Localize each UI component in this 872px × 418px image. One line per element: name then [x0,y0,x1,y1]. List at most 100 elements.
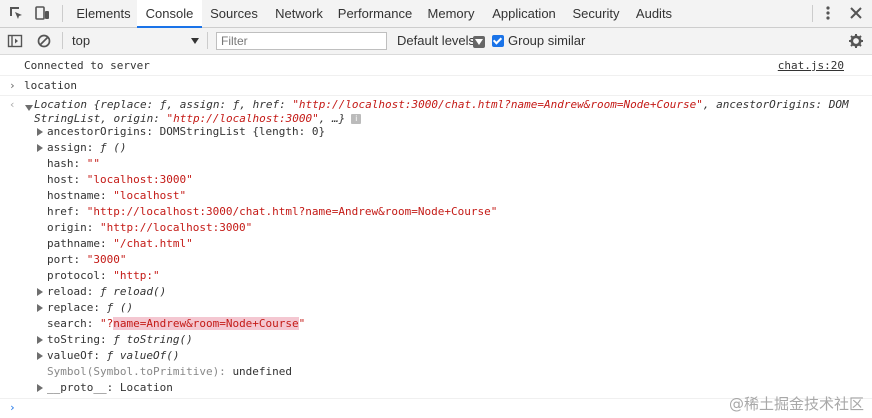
summary-text: Location {replace: [34,98,160,111]
prop-value: "http://localhost:3000/chat.html?name=An… [86,205,498,218]
prop-key: hash: [47,157,81,170]
prop-value: "" [86,157,100,170]
tab-sources[interactable]: Sources [203,0,265,27]
expand-triangle-icon[interactable] [37,304,43,312]
prop-value-quote: " [298,317,306,330]
chevron-down-icon[interactable] [191,38,199,44]
prop-href: href: "http://localhost:3000/chat.html?n… [47,204,497,219]
prop-value: "localhost" [113,189,187,202]
message-divider [0,75,872,76]
default-levels-dropdown[interactable]: Default levels [397,33,475,48]
prop-value: "http:" [113,269,160,282]
prop-value: "http://localhost:3000" [99,221,253,234]
prop-value: "localhost:3000" [86,173,193,186]
prop-hash: hash: "" [47,156,100,171]
prop-value-quote: "? [99,317,114,330]
gear-icon[interactable] [848,33,864,49]
inspect-element-icon[interactable] [8,5,24,21]
log-message: Connected to server [24,59,150,72]
source-link[interactable]: chat.js:20 [778,58,844,73]
toolbar-divider [62,5,63,22]
prop-reload[interactable]: reload: ƒ reload() [47,284,166,299]
prop-protocol: protocol: "http:" [47,268,160,283]
prop-value-highlight: name=Andrew&room=Node+Course [113,317,299,330]
prop-valueOf[interactable]: valueOf: ƒ valueOf() [47,348,179,363]
result-icon: ‹ [9,98,16,111]
prop-key: assign: [47,141,94,154]
prop-ancestorOrigins[interactable]: ancestorOrigins: DOMStringList {length: … [47,124,325,139]
prop-key: pathname: [47,237,107,250]
summary-href: "http://localhost:3000/chat.html?name=An… [292,98,703,111]
console-output: Connected to server chat.js:20 › locatio… [0,55,872,418]
prop-key: replace: [47,301,100,314]
prop-key: hostname: [47,189,107,202]
expand-triangle-icon[interactable] [37,352,43,360]
tab-network[interactable]: Network [266,0,332,27]
toolbar-divider [207,32,208,49]
prop-toString[interactable]: toString: ƒ toString() [47,332,193,347]
prop-pathname: pathname: "/chat.html" [47,236,193,251]
toolbar-divider [62,32,63,49]
prop-key: protocol: [47,269,107,282]
object-summary[interactable]: Location {replace: ƒ, assign: ƒ, href: "… [34,97,849,112]
prop-key: origin: [47,221,94,234]
device-toolbar-icon[interactable] [34,5,50,21]
prop-replace[interactable]: replace: ƒ () [47,300,133,315]
expand-triangle-icon[interactable] [37,384,43,392]
filter-input[interactable] [216,32,387,50]
tab-console[interactable]: Console [137,0,202,28]
prop-key: host: [47,173,81,186]
tab-performance[interactable]: Performance [333,0,417,27]
message-divider [0,95,872,96]
prop-value: {length: 0} [252,125,326,138]
prop-host: host: "localhost:3000" [47,172,193,187]
dropdown-arrow-icon[interactable] [473,36,485,48]
console-prompt-icon[interactable]: › [9,400,16,415]
prop-key: reload: [47,285,94,298]
prop-value: undefined [232,365,293,378]
tab-memory[interactable]: Memory [420,0,482,27]
summary-text: , ancestorOrigins: DOM [702,98,849,111]
prompt-icon: › [9,79,16,92]
expand-triangle-icon[interactable] [37,336,43,344]
console-input-echo: location [24,79,77,92]
watermark: @稀土掘金技术社区 [728,395,864,413]
info-icon[interactable]: i [351,114,362,124]
context-selector[interactable]: top [72,33,90,48]
summary-text: , assign: [166,98,233,111]
expand-triangle-icon[interactable] [37,288,43,296]
group-similar-label: Group similar [508,33,586,48]
devtools-tab-bar: Elements Console Sources Network Perform… [0,0,872,28]
clear-console-icon[interactable] [36,33,52,49]
expand-triangle-icon[interactable] [37,144,43,152]
tab-application[interactable]: Application [485,0,563,27]
tab-security[interactable]: Security [565,0,627,27]
prop-port: port: "3000" [47,252,127,267]
prop-proto[interactable]: __proto__: Location [47,380,173,395]
prop-value: ƒ () [99,141,127,154]
prop-type: DOMStringList [159,125,246,138]
summary-text: , href: [239,98,293,111]
prop-symbol-toPrimitive: Symbol(Symbol.toPrimitive): undefined [47,364,292,379]
tab-audits[interactable]: Audits [629,0,679,27]
prop-value: "3000" [86,253,127,266]
prop-value: ƒ reload() [99,285,167,298]
more-options-icon[interactable] [820,5,836,21]
close-icon[interactable] [848,5,864,21]
prop-key: __proto__: [47,381,114,394]
group-similar-checkbox[interactable] [492,35,504,47]
prop-value: ƒ toString() [113,333,193,346]
prop-value: Location [119,381,173,394]
prop-assign[interactable]: assign: ƒ () [47,140,126,155]
prop-search: search: "?name=Andrew&room=Node+Course" [47,316,305,331]
prop-value: ƒ valueOf() [106,349,180,362]
tab-elements[interactable]: Elements [70,0,137,27]
show-console-sidebar-icon[interactable] [7,33,23,49]
prop-key: Symbol(Symbol.toPrimitive): [47,365,226,378]
prop-key: search: [47,317,94,330]
prop-key: toString: [47,333,107,346]
expand-triangle-icon[interactable] [37,128,43,136]
console-toolbar: top Default levels Group similar [0,28,872,55]
expand-triangle-icon[interactable] [25,105,33,111]
toolbar-divider [812,5,813,22]
